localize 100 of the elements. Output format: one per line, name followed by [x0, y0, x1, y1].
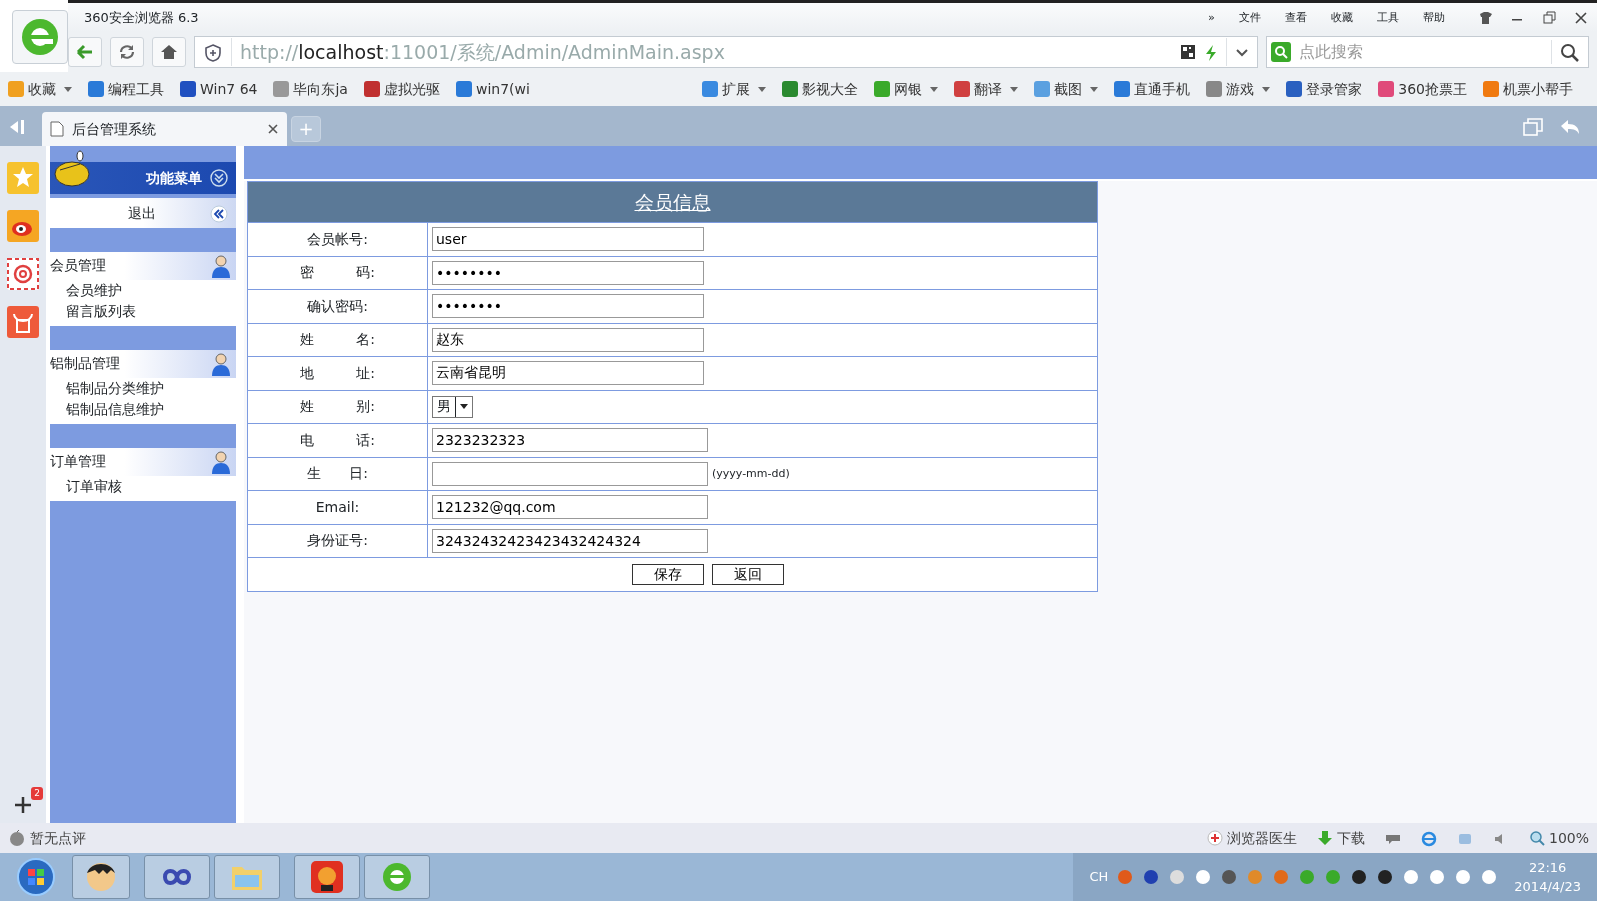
gender-select[interactable]: 男 [432, 395, 473, 418]
bookmark[interactable]: win7(wi [455, 78, 530, 100]
back-button[interactable] [68, 37, 102, 67]
zoom-control[interactable]: 100% [1528, 827, 1589, 849]
shopping-bag-icon[interactable] [7, 306, 39, 338]
caret-icon[interactable] [930, 86, 939, 92]
field-label: Email: [248, 491, 428, 524]
menu-item[interactable]: 工具 [1377, 8, 1399, 27]
app-icon [455, 81, 472, 97]
caret-icon[interactable] [1090, 86, 1099, 92]
bookmark[interactable]: 编程工具 [88, 78, 164, 100]
app-icon [1114, 81, 1131, 97]
menu-group-header[interactable]: 订单管理 [50, 448, 236, 476]
caret-icon[interactable] [1010, 86, 1019, 92]
field-label: 确认密码: [248, 290, 428, 323]
app-icon [88, 81, 104, 97]
field-label: 会员帐号: [248, 223, 428, 256]
tray-icon[interactable] [1350, 868, 1369, 886]
menu-title: 功能菜单 [146, 168, 202, 188]
search-engine-icon [1271, 42, 1291, 62]
bookmark[interactable]: 直通手机 [1114, 78, 1191, 100]
menu-item[interactable]: 收藏 [1331, 8, 1353, 27]
bookmark[interactable]: 登录管家 [1286, 78, 1363, 100]
bookmark[interactable]: 翻译 [954, 78, 1003, 100]
form-button[interactable]: 返回 [711, 563, 784, 585]
bookmark[interactable]: 游戏 [1206, 78, 1255, 100]
menu-group-header[interactable]: 会员管理 [50, 252, 236, 280]
magnifier-icon [1528, 830, 1545, 846]
select-value: 男 [436, 397, 452, 417]
status-button[interactable]: 浏览器医生 [1206, 827, 1297, 849]
clock-date: 2014/4/23 [1514, 878, 1581, 896]
app-icon [1206, 81, 1223, 97]
medical-cross-icon [1206, 830, 1223, 846]
double-left-icon[interactable] [210, 204, 228, 223]
taskbar-button[interactable] [144, 855, 210, 899]
skin-icon[interactable] [1477, 10, 1493, 27]
start-orb-icon[interactable] [16, 857, 56, 897]
input-field[interactable]: 云南省昆明 [432, 361, 704, 386]
menu-link[interactable]: 会员维护 [66, 280, 236, 301]
menu-link[interactable]: 铝制品信息维护 [66, 399, 236, 420]
e-logo-icon [19, 16, 61, 58]
at-sign-icon[interactable] [7, 258, 39, 290]
restore-icon[interactable] [1541, 10, 1557, 27]
bookmark[interactable]: 收藏 [8, 78, 56, 100]
browser-tab[interactable]: 后台管理系统 [42, 112, 287, 146]
refresh-button[interactable] [110, 37, 144, 67]
close-icon[interactable] [267, 123, 279, 135]
collapse-icon[interactable] [210, 169, 228, 187]
caret-icon[interactable] [1262, 86, 1271, 92]
taskbar-button[interactable] [72, 855, 130, 899]
home-button[interactable] [152, 37, 186, 67]
browser-logo[interactable] [12, 10, 68, 64]
apple-icon [8, 829, 26, 847]
search-placeholder: 点此搜索 [1299, 41, 1364, 63]
input-field[interactable] [432, 461, 708, 486]
tray-icon[interactable] [1376, 868, 1395, 886]
bookmark[interactable]: 扩展 [702, 78, 751, 100]
menu-group-header[interactable]: 铝制品管理 [50, 350, 236, 378]
app-icon [1286, 81, 1303, 97]
input-field[interactable]: 121232@qq.com [432, 495, 708, 520]
menu-link[interactable]: 铝制品分类维护 [66, 378, 236, 399]
undo-icon[interactable] [1559, 117, 1581, 136]
search-icon[interactable] [1560, 42, 1580, 63]
input-field[interactable]: 赵东 [432, 327, 704, 352]
caret-icon[interactable] [758, 86, 767, 92]
lightning-icon[interactable] [1204, 44, 1218, 63]
app-icon [273, 81, 290, 97]
tray-icon[interactable] [1142, 868, 1161, 886]
form-button[interactable]: 保存 [631, 563, 704, 585]
input-field[interactable]: •••••••• [432, 260, 704, 285]
menu-item[interactable]: 查看 [1285, 8, 1307, 27]
bookmark[interactable]: 360抢票王 [1378, 78, 1467, 100]
window-list-icon[interactable] [1523, 117, 1543, 136]
bookmark[interactable]: 截图 [1034, 78, 1083, 100]
tab-label: 后台管理系统 [72, 119, 157, 139]
bookmark[interactable]: 网银 [874, 78, 923, 100]
weibo-eye-icon[interactable] [7, 210, 39, 242]
input-field[interactable]: 2323232323 [432, 428, 708, 453]
caret-icon[interactable] [64, 86, 72, 92]
tray-icon[interactable] [1220, 868, 1239, 886]
input-field[interactable]: •••••••• [432, 294, 704, 319]
input-field[interactable]: 32432432423423432424324 [432, 528, 708, 553]
status-button[interactable]: 下载 [1316, 827, 1365, 849]
input-field[interactable]: user [432, 227, 704, 252]
ie-icon[interactable] [1420, 830, 1437, 847]
app-icon [1034, 81, 1051, 97]
bookmark[interactable]: 毕向东ja [273, 78, 348, 100]
taskbar-button[interactable] [294, 855, 360, 899]
download-arrow-icon [1316, 830, 1333, 846]
plus-icon[interactable] [13, 795, 33, 815]
bookmark[interactable]: Win7 64 [180, 78, 258, 100]
address-bar[interactable]: http://localhost:11001/系统/Admin/AdminMain.aspx [194, 36, 1258, 68]
menu-item[interactable]: 文件 [1239, 8, 1261, 27]
bookmark[interactable]: 虚拟光驱 [363, 78, 440, 100]
bookmark[interactable]: 机票小帮手 [1483, 78, 1573, 100]
bookmark[interactable]: 影视大全 [782, 78, 859, 100]
menu-item[interactable]: 帮助 [1423, 8, 1445, 27]
qr-code-icon[interactable] [1180, 44, 1196, 60]
menu-link[interactable]: 留言版列表 [66, 301, 236, 322]
menu-item[interactable]: » [1208, 8, 1215, 27]
